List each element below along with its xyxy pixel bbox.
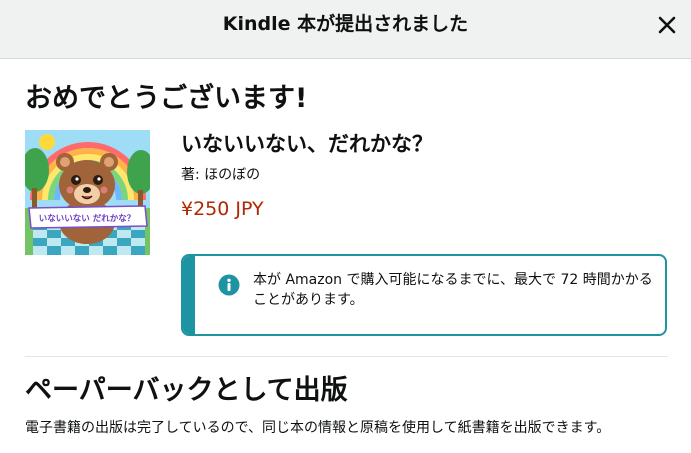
cover-title-text: いないいない だれかな？ — [39, 214, 135, 224]
book-price: ¥250 JPY — [181, 198, 264, 220]
alert-accent-bar — [183, 256, 195, 334]
info-alert: 本が Amazon で購入可能になるまでに、最大で 72 時間かかることがありま… — [181, 254, 667, 336]
book-author: 著: ほのぼの — [181, 167, 261, 183]
modal-header: Kindle 本が提出されました — [0, 0, 691, 59]
section-divider — [25, 356, 668, 357]
book-title: いないいない、だれかな？ — [181, 132, 433, 156]
congrats-heading: おめでとうございます! — [25, 83, 308, 114]
alert-message: 本が Amazon で購入可能になるまでに、最大で 72 時間かかることがありま… — [253, 272, 653, 308]
paperback-heading: ペーパーバックとして出版 — [25, 375, 348, 406]
book-cover: いないいない だれかな？ — [25, 130, 150, 255]
paperback-description: 電子書籍の出版は完了しているので、同じ本の情報と原稿を使用して紙書籍を出版できま… — [25, 420, 611, 436]
close-icon[interactable] — [655, 13, 679, 37]
modal-title: Kindle 本が提出されました — [222, 13, 469, 35]
info-icon — [218, 274, 240, 296]
